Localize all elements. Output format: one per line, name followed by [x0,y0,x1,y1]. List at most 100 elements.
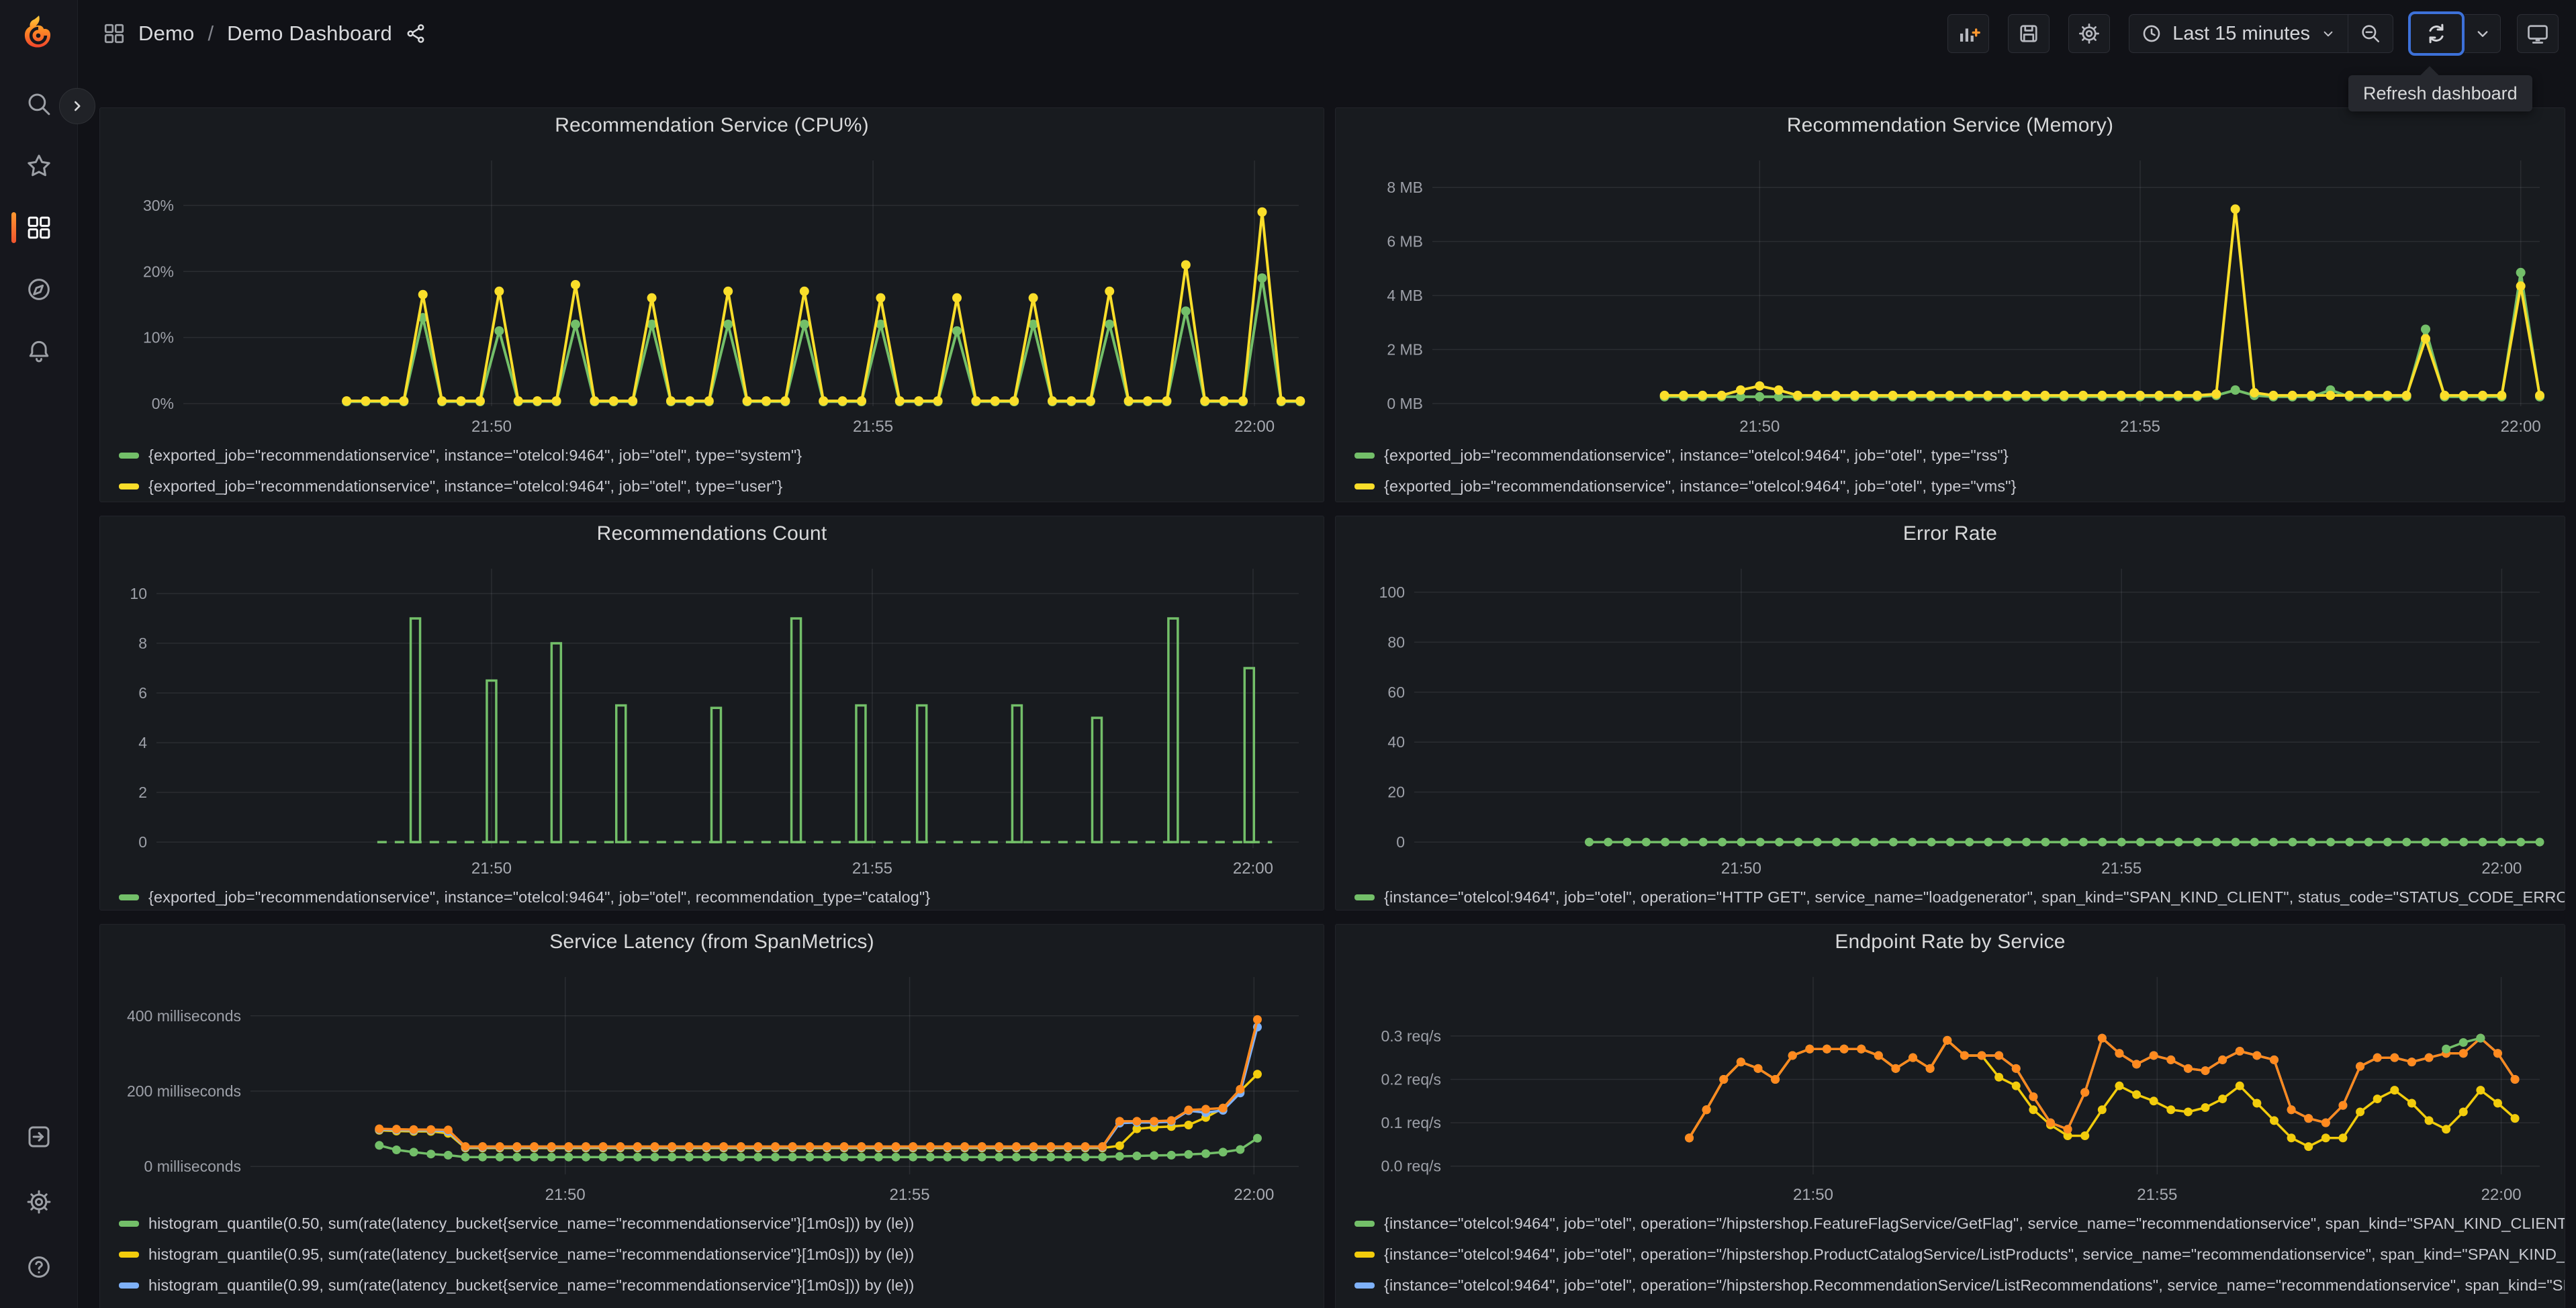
clock-icon [2143,25,2160,42]
legend-item[interactable]: histogram_quantile(0.50, sum(rate(latenc… [119,1208,1324,1239]
dashboards-grid-icon [28,216,50,239]
svg-text:2 MB: 2 MB [1387,341,1423,359]
legend-item[interactable]: histogram_quantile(0.999, sum(rate(laten… [119,1301,1324,1308]
legend-item[interactable]: {instance="otelcol:9464", job="otel", op… [1354,1301,2565,1308]
breadcrumb-page-title[interactable]: Demo Dashboard [227,21,392,46]
dashboard-grid: Recommendation Service (CPU%) 0% 10% 20% 30… [99,107,2565,1308]
panel-title[interactable]: Recommendation Service (Memory) [1787,114,2113,137]
svg-text:6 MB: 6 MB [1387,233,1423,250]
panel-title[interactable]: Recommendations Count [597,522,827,545]
sidebar-item-help[interactable] [0,1246,78,1289]
svg-text:22:00: 22:00 [2481,1186,2522,1204]
zoom-out-button[interactable] [2348,14,2393,53]
legend-item[interactable]: {instance="otelcol:9464", job="otel", op… [1354,1239,2565,1270]
panel-header[interactable]: Service Latency (from SpanMetrics) [100,925,1324,960]
panel-header[interactable]: Recommendations Count [100,516,1324,551]
panel-title[interactable]: Service Latency (from SpanMetrics) [549,931,874,953]
add-panel-button[interactable] [1947,14,1990,53]
svg-text:0.0 req/s: 0.0 req/s [1381,1158,1442,1175]
kiosk-mode-button[interactable] [2517,14,2559,53]
svg-text:100: 100 [1379,583,1405,601]
legend-item[interactable]: histogram_quantile(0.95, sum(rate(latenc… [119,1239,1324,1270]
legend-item[interactable]: {exported_job="recommendationservice", i… [119,471,1324,502]
legend-series-label: {instance="otelcol:9464", job="otel", op… [1384,1276,2565,1294]
sidebar-item-starred[interactable] [0,144,78,187]
svg-text:20: 20 [1387,784,1405,801]
panel-header[interactable]: Error Rate [1336,516,2565,551]
dashboard-settings-button[interactable] [2068,14,2111,53]
panel-recommendations-count: Recommendations Count 0 2 4 6 8 10 21:50 21:55 2… [99,516,1324,910]
legend-item[interactable]: {exported_job="recommendationservice", i… [119,440,1324,471]
compass-explore-icon [28,279,50,300]
svg-text:21:50: 21:50 [471,418,512,436]
time-series-chart[interactable]: 0.0 req/s 0.1 req/s 0.2 req/s 0.3 req/s 21:5… [1342,960,2559,1207]
chart-legend: {instance="otelcol:9464", job="otel", op… [1336,1207,2565,1308]
panel-title[interactable]: Endpoint Rate by Service [1835,931,2065,953]
sidebar-item-dashboards[interactable] [0,206,78,249]
refresh-sync-icon [2429,24,2444,44]
share-dashboard-button[interactable] [404,22,427,45]
time-series-chart[interactable]: 0 2 4 6 8 10 21:50 21:55 22:00 [106,551,1318,880]
legend-series-label: {exported_job="recommendationservice", i… [148,446,802,464]
legend-series-swatch [1354,1282,1375,1289]
svg-text:21:50: 21:50 [471,859,512,878]
legend-series-label: histogram_quantile(0.95, sum(rate(latenc… [148,1245,915,1263]
sidebar-item-sign-in[interactable] [0,1115,78,1158]
refresh-button[interactable] [2408,11,2465,56]
svg-text:21:50: 21:50 [545,1186,586,1204]
panel-recommendation-cpu: Recommendation Service (CPU%) 0% 10% 20% 30… [99,107,1324,502]
legend-series-label: {exported_job="recommendationservice", i… [1384,477,2017,495]
svg-text:22:00: 22:00 [1234,1186,1274,1204]
grafana-app: Demo / Demo Dashboard Last 15 minutes Re… [0,0,2576,1308]
expand-sidebar-button[interactable] [59,88,95,124]
chart-legend: {exported_job="recommendationservice", i… [100,880,1324,910]
panel-header[interactable]: Recommendation Service (Memory) [1336,108,2565,143]
legend-series-swatch [119,483,139,489]
panel-header[interactable]: Endpoint Rate by Service [1336,925,2565,960]
time-series-chart[interactable]: 0% 10% 20% 30% 21:50 21:55 22:00 [106,143,1318,438]
svg-text:4 MB: 4 MB [1387,287,1423,304]
legend-item[interactable]: {exported_job="recommendationservice", i… [119,882,1324,910]
legend-item[interactable]: {exported_job="recommendationservice", i… [1354,440,2565,471]
svg-text:21:55: 21:55 [2120,418,2160,436]
time-series-chart[interactable]: 0 MB 2 MB 4 MB 6 MB 8 MB 21:50 21:55 22:00 [1342,143,2559,438]
breadcrumb-section[interactable]: Demo [138,21,195,46]
sidebar-item-alerting[interactable] [0,330,78,373]
svg-text:22:00: 22:00 [2501,418,2541,436]
save-icon [2020,25,2037,42]
save-dashboard-button[interactable] [2008,14,2050,53]
legend-item[interactable]: {instance="otelcol:9464", job="otel", op… [1354,1270,2565,1301]
chart-legend: {exported_job="recommendationservice", i… [1336,438,2565,502]
time-series-chart[interactable]: 0 milliseconds 200 milliseconds 400 millis… [106,960,1318,1207]
panel-endpoint-rate: Endpoint Rate by Service 0.0 req/s 0.1 re… [1335,924,2565,1308]
legend-item[interactable]: {instance="otelcol:9464", job="otel", op… [1354,1208,2565,1239]
svg-text:22:00: 22:00 [2481,859,2522,878]
grafana-logo[interactable] [16,13,60,58]
breadcrumb[interactable]: Demo / Demo Dashboard [102,21,427,46]
panel-header[interactable]: Recommendation Service (CPU%) [100,108,1324,143]
share-alt-icon [407,24,424,43]
svg-text:2: 2 [138,784,147,801]
legend-series-swatch [1354,1251,1375,1258]
panel-title[interactable]: Recommendation Service (CPU%) [555,114,869,137]
legend-series-swatch [119,894,139,900]
tooltip-text: Refresh dashboard [2363,83,2518,103]
panel-title[interactable]: Error Rate [1903,522,1997,545]
legend-item[interactable]: {exported_job="recommendationservice", i… [1354,471,2565,502]
bell-alerting-icon [29,340,49,363]
svg-text:0 milliseconds: 0 milliseconds [144,1158,241,1175]
legend-series-swatch [1354,894,1375,900]
legend-item[interactable]: {instance="otelcol:9464", job="otel", op… [1354,882,2565,910]
sidebar-item-explore[interactable] [0,268,78,311]
time-range-picker[interactable]: Last 15 minutes [2129,14,2348,53]
time-series-chart[interactable]: 0 20 40 60 80 100 21:50 21:55 22:00 [1342,551,2559,880]
sidebar-item-settings[interactable] [0,1180,78,1223]
chevron-down-icon [2324,31,2333,37]
chart-legend: {exported_job="recommendationservice", i… [100,438,1324,502]
refresh-tooltip: Refresh dashboard [2348,66,2532,111]
legend-item[interactable]: histogram_quantile(0.99, sum(rate(latenc… [119,1270,1324,1301]
panel-error-rate: Error Rate 0 20 40 60 80 100 21:50 21:55 22:00 {… [1335,516,2565,910]
svg-text:10%: 10% [143,329,174,346]
refresh-interval-dropdown[interactable] [2465,14,2501,53]
gear-icon [2079,24,2100,44]
